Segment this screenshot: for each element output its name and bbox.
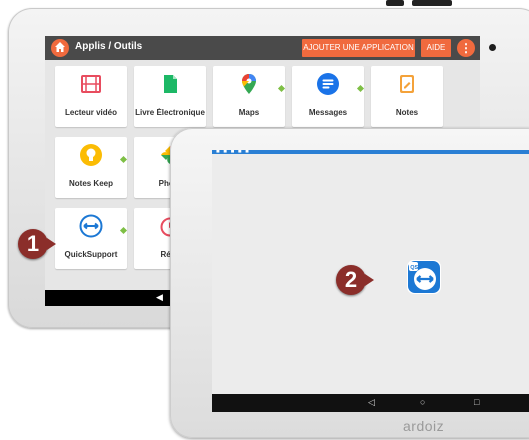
volume-button bbox=[412, 0, 452, 6]
messages-icon bbox=[317, 73, 339, 95]
brand-logo: ardoiz bbox=[403, 418, 445, 434]
recent-apps-nav-icon[interactable]: □ bbox=[474, 397, 479, 407]
svg-text:QS: QS bbox=[410, 265, 418, 271]
app-label: Notes bbox=[395, 108, 419, 117]
quicksupport-icon bbox=[79, 214, 103, 238]
step-arrow-2 bbox=[365, 274, 374, 286]
app-label: Maps bbox=[238, 108, 260, 117]
front-camera-icon bbox=[489, 44, 496, 51]
more-options-button[interactable]: ⋮ bbox=[457, 39, 475, 57]
step-badge-1: 1 bbox=[18, 229, 48, 259]
add-application-button[interactable]: AJOUTER UNE APPLICATION bbox=[302, 39, 415, 57]
maps-pin-icon bbox=[242, 74, 256, 94]
home-button[interactable] bbox=[51, 39, 69, 57]
app-tile-quicksupport[interactable]: QuickSupport bbox=[55, 208, 128, 269]
app-tile-notes[interactable]: Notes bbox=[371, 66, 443, 127]
film-icon bbox=[81, 75, 101, 93]
home-nav-icon[interactable]: ○ bbox=[420, 397, 425, 407]
app-label: QuickSupport bbox=[64, 250, 118, 259]
app-tile-maps[interactable]: Maps bbox=[213, 66, 286, 127]
quicksupport-icon: QS bbox=[408, 261, 440, 293]
app-label: Messages bbox=[308, 108, 348, 117]
app-tile-keep[interactable]: Notes Keep bbox=[55, 137, 128, 198]
back-nav-icon[interactable]: ◀ bbox=[156, 292, 163, 303]
app-tile-ebook[interactable]: Livre Électronique bbox=[134, 66, 206, 127]
ebook-icon bbox=[164, 75, 177, 93]
lightbulb-icon bbox=[80, 144, 102, 166]
status-bar: ■ ■ ■ ■ ■ bbox=[212, 150, 529, 155]
quicksupport-app-icon[interactable]: QS bbox=[407, 260, 441, 294]
step-arrow-1 bbox=[47, 238, 56, 250]
app-label: Notes Keep bbox=[68, 179, 113, 188]
note-icon bbox=[400, 75, 414, 93]
page-title: Applis / Outils bbox=[75, 41, 143, 52]
help-button[interactable]: AIDE bbox=[421, 39, 451, 57]
home-icon bbox=[55, 42, 65, 52]
launcher-header: Applis / Outils AJOUTER UNE APPLICATION … bbox=[45, 36, 480, 60]
app-tile-messages[interactable]: Messages bbox=[292, 66, 365, 127]
app-label: Lecteur vidéo bbox=[64, 108, 117, 117]
app-tile-video-player[interactable]: Lecteur vidéo bbox=[55, 66, 127, 127]
back-nav-icon[interactable]: ◁ bbox=[368, 397, 375, 408]
navigation-bar: ◁ ○ □ bbox=[212, 394, 529, 412]
power-button bbox=[386, 0, 404, 6]
app-label: Livre Électronique bbox=[135, 108, 205, 117]
step-badge-2: 2 bbox=[336, 265, 366, 295]
status-icons: ■ ■ ■ ■ ■ bbox=[216, 150, 250, 155]
